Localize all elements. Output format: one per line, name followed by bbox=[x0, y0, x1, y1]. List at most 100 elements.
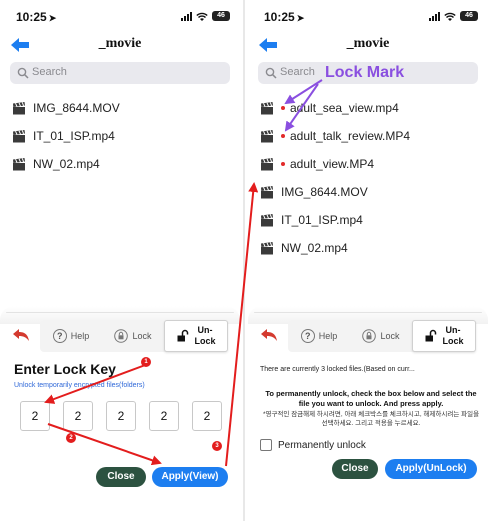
status-bar: 10:25 ➤ 46 bbox=[248, 0, 488, 34]
unlock-label-line1: Un- bbox=[197, 325, 213, 335]
file-name: NW_02.mp4 bbox=[281, 241, 348, 255]
panel-divider bbox=[243, 0, 245, 521]
locked-list-item[interactable]: adult_talk_review.MP4 bbox=[260, 126, 410, 146]
clapperboard-icon bbox=[261, 185, 273, 198]
status-time-wrap: 10:25 ➤ bbox=[264, 10, 304, 24]
permanently-unlock-checkbox[interactable] bbox=[260, 439, 272, 451]
key-digit-2[interactable]: 2 bbox=[63, 401, 93, 431]
clapperboard-icon bbox=[13, 157, 25, 170]
locked-list-item[interactable]: adult_sea_view.mp4 bbox=[260, 98, 399, 118]
lock-toolbar: ? Help Lock Un- Lock bbox=[40, 320, 228, 352]
lock-icon bbox=[362, 329, 377, 343]
locked-count-text: There are currently 3 locked files.(Base… bbox=[260, 366, 415, 373]
unlock-icon bbox=[425, 329, 437, 342]
close-button[interactable]: Close bbox=[96, 467, 146, 487]
unlock-icon bbox=[177, 329, 189, 342]
app-root: 10:25 ➤ 46 _movie Search IMG_8644.MOV IT… bbox=[0, 0, 488, 521]
battery-icon: 46 bbox=[460, 11, 478, 21]
step-badge-3: 3 bbox=[212, 441, 222, 451]
location-arrow-icon: ➤ bbox=[296, 13, 305, 23]
file-name: adult_talk_review.MP4 bbox=[290, 129, 411, 143]
apply-view-button[interactable]: Apply(View) bbox=[152, 467, 228, 487]
sheet-divider bbox=[6, 312, 234, 313]
lock-label: Lock bbox=[380, 331, 400, 341]
help-tab[interactable]: ? Help bbox=[288, 320, 350, 352]
file-name: adult_sea_view.mp4 bbox=[290, 101, 399, 115]
lock-tab[interactable]: Lock bbox=[350, 320, 412, 352]
status-icons: 46 bbox=[429, 11, 478, 21]
list-item[interactable]: IMG_8644.MOV bbox=[260, 182, 368, 202]
lock-label: Lock bbox=[132, 331, 152, 341]
page-title: _movie bbox=[346, 36, 390, 51]
file-name: IT_01_ISP.mp4 bbox=[281, 213, 363, 227]
wifi-icon bbox=[444, 12, 456, 21]
help-label: Help bbox=[70, 331, 90, 341]
key-digit-4[interactable]: 2 bbox=[149, 401, 179, 431]
permanently-unlock-row[interactable]: Permanently unlock bbox=[260, 439, 366, 451]
key-digit-3[interactable]: 2 bbox=[106, 401, 136, 431]
list-item[interactable]: IMG_8644.MOV bbox=[12, 98, 120, 118]
nav-header: _movie bbox=[0, 34, 240, 58]
list-item[interactable]: IT_01_ISP.mp4 bbox=[12, 126, 115, 146]
list-item[interactable]: NW_02.mp4 bbox=[260, 238, 348, 258]
unlock-label-line1: Un- bbox=[445, 325, 461, 335]
status-time: 10:25 bbox=[16, 10, 47, 24]
signal-icon bbox=[181, 11, 192, 21]
clapperboard-icon bbox=[261, 213, 273, 226]
clapperboard-icon bbox=[13, 129, 25, 142]
page-title: _movie bbox=[98, 36, 142, 51]
status-bar: 10:25 ➤ 46 bbox=[0, 0, 240, 34]
list-item[interactable]: IT_01_ISP.mp4 bbox=[260, 210, 363, 230]
battery-icon: 46 bbox=[212, 11, 230, 21]
undo-arrow-icon[interactable] bbox=[260, 328, 278, 342]
unlock-label-wrap: Un- Lock bbox=[194, 325, 215, 347]
status-time: 10:25 bbox=[264, 10, 295, 24]
signal-icon bbox=[429, 11, 440, 21]
clapperboard-icon bbox=[261, 101, 273, 114]
search-input[interactable]: Search bbox=[10, 62, 230, 84]
help-label: Help bbox=[318, 331, 338, 341]
lock-mark-annotation: Lock Mark bbox=[325, 64, 405, 81]
key-digit-5[interactable]: 2 bbox=[192, 401, 222, 431]
unlock-label-wrap: Un- Lock bbox=[442, 325, 463, 347]
unlock-tab[interactable]: Un- Lock bbox=[412, 320, 476, 352]
lock-tab[interactable]: Lock bbox=[102, 320, 164, 352]
left-screen: 10:25 ➤ 46 _movie Search IMG_8644.MOV IT… bbox=[0, 0, 240, 521]
search-placeholder: Search bbox=[280, 66, 315, 78]
apply-unlock-button[interactable]: Apply(UnLock) bbox=[385, 459, 477, 479]
unlock-label-line2: Lock bbox=[194, 336, 216, 346]
search-icon bbox=[17, 67, 29, 79]
step-badge-2: 2 bbox=[66, 433, 76, 443]
file-name: IMG_8644.MOV bbox=[281, 185, 368, 199]
permanently-unlock-label: Permanently unlock bbox=[278, 439, 366, 451]
clapperboard-icon bbox=[261, 241, 273, 254]
clapperboard-icon bbox=[13, 101, 25, 114]
unlock-instruction-text: To permanently unlock, check the box bel… bbox=[265, 389, 477, 408]
question-icon: ? bbox=[52, 329, 67, 343]
status-time-wrap: 10:25 ➤ bbox=[16, 10, 56, 24]
lock-key-title: Enter Lock Key bbox=[14, 361, 116, 377]
search-placeholder: Search bbox=[32, 66, 67, 78]
help-tab[interactable]: ? Help bbox=[40, 320, 102, 352]
unlock-tab[interactable]: Un- Lock bbox=[164, 320, 228, 352]
undo-arrow-icon[interactable] bbox=[12, 328, 30, 342]
file-name: adult_view.MP4 bbox=[290, 157, 375, 171]
close-button[interactable]: Close bbox=[332, 459, 378, 479]
status-icons: 46 bbox=[181, 11, 230, 21]
lock-mark-dot bbox=[281, 134, 285, 138]
nav-header: _movie bbox=[248, 34, 488, 58]
sheet-divider bbox=[254, 312, 482, 313]
location-arrow-icon: ➤ bbox=[48, 13, 57, 23]
lock-icon bbox=[114, 329, 129, 343]
list-item[interactable]: NW_02.mp4 bbox=[12, 154, 100, 174]
clapperboard-icon bbox=[261, 129, 273, 142]
question-icon: ? bbox=[300, 329, 315, 343]
locked-list-item[interactable]: adult_view.MP4 bbox=[260, 154, 374, 174]
file-name: IMG_8644.MOV bbox=[33, 101, 120, 115]
search-icon bbox=[265, 67, 277, 79]
file-name: IT_01_ISP.mp4 bbox=[33, 129, 115, 143]
unlock-instruction-korean: *영구적인 잠금해제 하시려면, 아래 체크박스를 체크하시고, 해제하시려는 … bbox=[262, 411, 480, 427]
step-badge-1: 1 bbox=[141, 357, 151, 367]
lock-toolbar: ? Help Lock Un- Lock bbox=[288, 320, 476, 352]
key-digit-1[interactable]: 2 bbox=[20, 401, 50, 431]
